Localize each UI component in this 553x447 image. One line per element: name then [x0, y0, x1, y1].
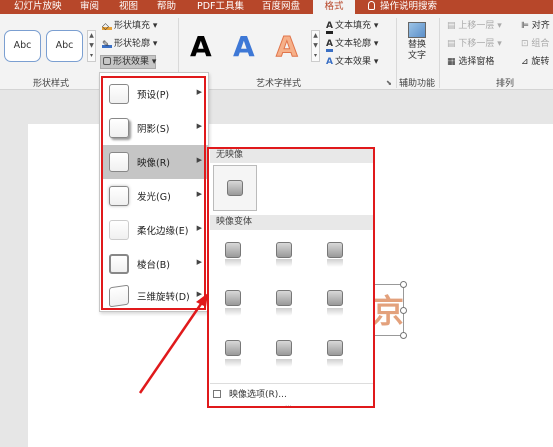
- arrange-group-label: 排列: [496, 79, 515, 89]
- gallery-up-icon: ▲: [89, 32, 94, 39]
- shape-style-sample-2[interactable]: Abc: [46, 30, 83, 62]
- alt-text-icon: [408, 22, 426, 38]
- wordart-blue-sample[interactable]: A: [233, 32, 255, 62]
- text-outline-button[interactable]: A 文本轮廓 ▾: [326, 38, 378, 52]
- annotation-box-reflection-submenu: [207, 147, 375, 408]
- tell-me-search[interactable]: 操作说明搜索: [368, 0, 437, 14]
- tab-format[interactable]: 格式: [313, 0, 355, 14]
- ribbon: Abc Abc ▲ ▼ ▾ ◇ 形状填充 ▾ ✎ 形状轮廓 ▾ 形状效果 ▾ 形状样…: [0, 14, 553, 90]
- ribbon-tab-bar: 幻灯片放映 审阅 视图 帮助 PDF工具集 百度网盘 格式 操作说明搜索: [0, 0, 553, 14]
- shape-fill-label: 形状填充: [114, 21, 151, 31]
- bring-forward-label: 上移一层: [458, 21, 495, 31]
- tab-help[interactable]: 帮助: [157, 0, 176, 14]
- alt-text-button[interactable]: 替换 文字: [404, 20, 430, 72]
- text-fill-label: 文本填充: [334, 21, 371, 31]
- rotate-label: 旋转: [531, 57, 550, 67]
- wordart-dialog-launcher-icon[interactable]: ⬊: [386, 77, 392, 89]
- tab-pdf-tools[interactable]: PDF工具集: [197, 0, 244, 14]
- gallery-down-icon: ▼: [89, 42, 94, 49]
- shape-effects-button[interactable]: 形状效果 ▾: [100, 55, 156, 69]
- group-label: 组合: [531, 39, 550, 49]
- tell-me-label: 操作说明搜索: [380, 1, 438, 12]
- resize-handle-right[interactable]: [400, 307, 407, 314]
- shape-styles-group-label: 形状样式: [33, 79, 70, 89]
- alt-text-label: 替换 文字: [407, 40, 426, 61]
- text-effects-icon: A: [326, 57, 333, 67]
- send-backward-icon: ▤: [447, 39, 456, 49]
- wordart-black-sample[interactable]: A: [190, 32, 212, 62]
- shape-effects-icon: [103, 57, 111, 65]
- selection-pane-button[interactable]: ▦ 选择窗格: [447, 56, 494, 68]
- tab-view[interactable]: 视图: [119, 0, 138, 14]
- resize-handle-bottom-right[interactable]: [400, 332, 407, 339]
- selection-pane-icon: ▦: [447, 57, 456, 67]
- accessibility-group-label: 辅助功能: [399, 79, 436, 89]
- rotate-button[interactable]: ⊿ 旋转: [521, 56, 549, 68]
- wordart-orange-sample[interactable]: A: [276, 31, 299, 62]
- text-effects-button[interactable]: A 文本效果 ▾: [326, 56, 378, 68]
- group-icon: ⊡: [521, 39, 529, 49]
- text-outline-icon: A: [326, 39, 333, 52]
- text-outline-label: 文本轮廓: [334, 39, 371, 49]
- send-backward-label: 下移一层: [458, 39, 495, 49]
- resize-handle-top-right[interactable]: [400, 281, 407, 288]
- text-fill-button[interactable]: A 文本填充 ▾: [326, 20, 378, 34]
- shape-outline-button[interactable]: ✎ 形状轮廓 ▾: [102, 38, 157, 50]
- tab-baidu-netdisk[interactable]: 百度网盘: [262, 0, 300, 14]
- shape-outline-label: 形状轮廓: [114, 39, 151, 49]
- group-divider: [396, 18, 397, 88]
- tab-slideshow[interactable]: 幻灯片放映: [14, 0, 62, 14]
- selection-pane-label: 选择窗格: [458, 57, 495, 67]
- shape-effects-label: 形状效果: [113, 57, 150, 67]
- paint-bucket-icon: ◇: [102, 21, 112, 32]
- wordart-gallery-scroll[interactable]: ▲ ▼ ▾: [311, 30, 320, 62]
- text-effects-label: 文本效果: [334, 57, 371, 67]
- gallery-more-icon: ▾: [89, 52, 93, 59]
- wordart-group-label: 艺术字样式: [256, 79, 302, 89]
- lightbulb-icon: [368, 1, 375, 10]
- align-button[interactable]: ⊫ 对齐: [521, 20, 550, 32]
- shape-fill-button[interactable]: ◇ 形状填充 ▾: [102, 20, 157, 32]
- align-label: 对齐: [531, 21, 550, 31]
- shape-style-sample-1[interactable]: Abc: [4, 30, 41, 62]
- align-icon: ⊫: [521, 21, 529, 31]
- tab-review[interactable]: 审阅: [80, 0, 99, 14]
- annotation-box-effects-menu: [101, 76, 206, 310]
- group-button[interactable]: ⊡ 组合: [521, 38, 549, 50]
- shape-style-gallery-scroll[interactable]: ▲ ▼ ▾: [87, 30, 96, 62]
- pen-icon: ✎: [102, 39, 112, 50]
- send-backward-button[interactable]: ▤ 下移一层 ▾: [447, 38, 502, 50]
- text-fill-icon: A: [326, 21, 333, 34]
- rotate-icon: ⊿: [521, 57, 529, 67]
- group-divider: [439, 18, 440, 88]
- bring-forward-button[interactable]: ▤ 上移一层 ▾: [447, 20, 502, 32]
- bring-forward-icon: ▤: [447, 21, 456, 31]
